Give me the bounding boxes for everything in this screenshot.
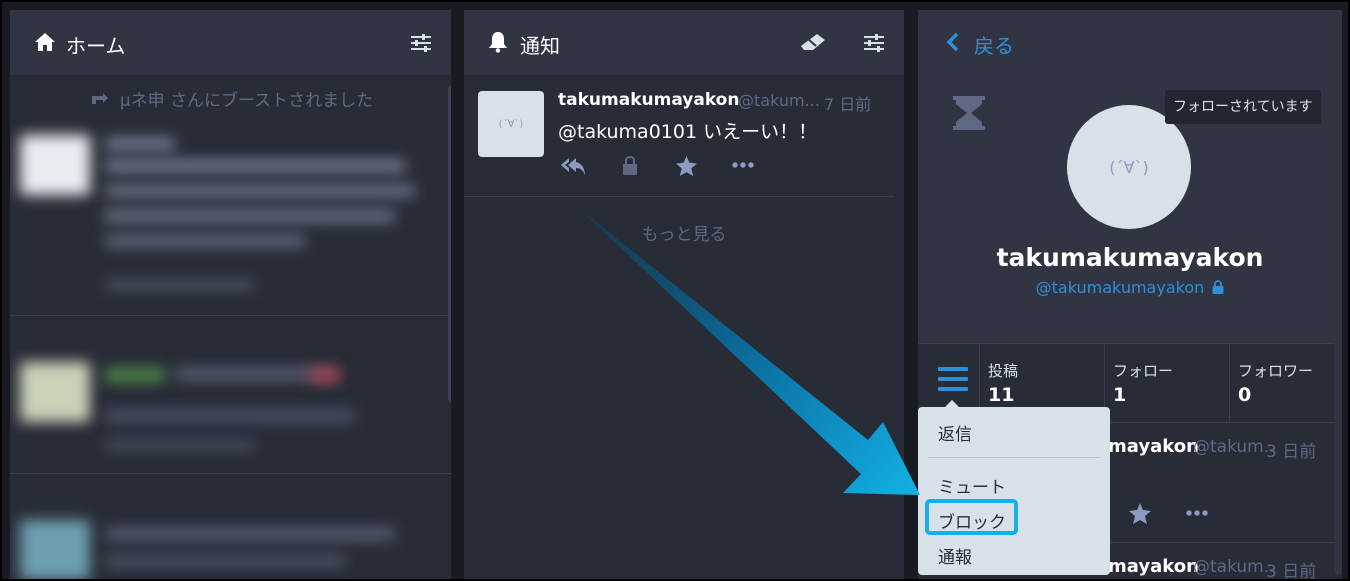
account-dropdown-menu: 返信 ミュート ブロック 通報 bbox=[918, 400, 1110, 575]
status-handle[interactable]: @takum.. bbox=[1193, 437, 1275, 457]
home-column-header[interactable]: ホーム bbox=[10, 10, 451, 75]
eraser-icon[interactable] bbox=[800, 33, 826, 51]
boost-notice: μネ申 さんにブーストされました bbox=[10, 86, 451, 111]
status-handle[interactable]: @takum.. bbox=[1193, 557, 1275, 577]
load-more-button[interactable]: もっと見る bbox=[464, 220, 904, 245]
stat-label: フォロー bbox=[1113, 362, 1174, 380]
bell-icon bbox=[489, 32, 507, 53]
lock-icon bbox=[1212, 280, 1224, 294]
blurred-text bbox=[105, 555, 345, 567]
block-highlight-box bbox=[925, 499, 1018, 535]
ellipsis-icon[interactable] bbox=[732, 161, 754, 169]
stat-label: 投稿 bbox=[988, 362, 1019, 380]
notifications-column-title: 通知 bbox=[520, 34, 560, 58]
avatar-face-text: (´∀`) bbox=[1109, 157, 1149, 177]
notification-text: @takuma0101 いえーい！！ bbox=[558, 121, 818, 143]
notifications-column-header[interactable]: 通知 bbox=[464, 10, 904, 75]
blurred-text bbox=[105, 185, 415, 197]
back-button[interactable]: 戻る bbox=[974, 30, 1014, 59]
blurred-text bbox=[105, 138, 175, 150]
home-icon bbox=[35, 33, 55, 51]
stat-following[interactable]: フォロー 1 bbox=[1104, 344, 1229, 422]
star-icon[interactable] bbox=[1128, 502, 1152, 525]
chevron-left-icon[interactable] bbox=[946, 32, 960, 52]
status-display-name[interactable]: mayakon bbox=[1108, 556, 1199, 577]
scrollbar[interactable] bbox=[1334, 85, 1342, 575]
status-time[interactable]: 3 日前 bbox=[1266, 437, 1316, 462]
star-icon[interactable] bbox=[675, 155, 698, 177]
lock-icon bbox=[623, 156, 637, 175]
settings-sliders-icon[interactable] bbox=[410, 33, 432, 53]
menu-item-report[interactable]: 通報 bbox=[938, 543, 972, 568]
blurred-avatar bbox=[20, 520, 90, 580]
notifications-column: 通知 (´∀`) takumakumayakon @takum... 7 日前 … bbox=[464, 10, 904, 581]
profile-handle: @takumakumayakon bbox=[918, 278, 1342, 297]
boost-icon bbox=[91, 93, 108, 104]
stat-label: フォロワー bbox=[1238, 362, 1314, 380]
profile-column-header: 戻る bbox=[918, 10, 1342, 75]
ellipsis-icon[interactable] bbox=[1186, 509, 1208, 517]
notification-display-name[interactable]: takumakumayakon bbox=[558, 90, 739, 110]
blurred-text bbox=[105, 368, 165, 382]
followed-by-badge: フォローされています bbox=[1165, 90, 1321, 124]
notification-time[interactable]: 7 日前 bbox=[824, 91, 871, 115]
avatar-face-text: (´∀`) bbox=[498, 118, 524, 130]
notification-handle[interactable]: @takum... bbox=[738, 91, 820, 110]
home-column-title: ホーム bbox=[66, 34, 126, 58]
stat-value: 0 bbox=[1238, 384, 1252, 406]
menu-item-mute[interactable]: ミュート bbox=[938, 473, 1006, 498]
menu-separator bbox=[928, 457, 1100, 458]
profile-display-name: takumakumayakon bbox=[996, 243, 1264, 272]
divider bbox=[10, 315, 451, 316]
status-display-name[interactable]: mayakon bbox=[1108, 436, 1199, 457]
stat-value: 11 bbox=[988, 384, 1015, 406]
hourglass-icon bbox=[953, 96, 985, 130]
scrollbar[interactable] bbox=[448, 85, 451, 403]
boost-notice-text: μネ申 さんにブーストされました bbox=[119, 91, 374, 111]
blurred-avatar bbox=[20, 135, 90, 195]
dropdown-caret bbox=[945, 400, 959, 407]
profile-handle-text: @takumakumayakon bbox=[1035, 278, 1205, 297]
blurred-text bbox=[105, 235, 305, 247]
home-column: ホーム μネ申 さんにブーストされました bbox=[10, 10, 451, 581]
blurred-actions bbox=[105, 280, 255, 290]
hamburger-menu-icon[interactable] bbox=[938, 366, 968, 392]
divider bbox=[10, 473, 451, 474]
blurred-text bbox=[105, 210, 395, 222]
blurred-text bbox=[310, 368, 340, 382]
notification-avatar[interactable]: (´∀`) bbox=[478, 91, 544, 157]
blurred-actions bbox=[105, 440, 255, 450]
blurred-avatar bbox=[20, 362, 90, 422]
stat-value: 1 bbox=[1113, 384, 1127, 406]
divider bbox=[464, 196, 894, 197]
stat-followers[interactable]: フォロワー 0 bbox=[1229, 344, 1342, 422]
status-time[interactable]: 3 日前 bbox=[1266, 557, 1316, 581]
reply-all-icon[interactable] bbox=[560, 156, 586, 178]
settings-sliders-icon[interactable] bbox=[863, 33, 885, 53]
menu-item-reply[interactable]: 返信 bbox=[938, 420, 972, 445]
blurred-text bbox=[105, 160, 405, 172]
blurred-text bbox=[105, 410, 355, 422]
blurred-text bbox=[105, 528, 395, 540]
